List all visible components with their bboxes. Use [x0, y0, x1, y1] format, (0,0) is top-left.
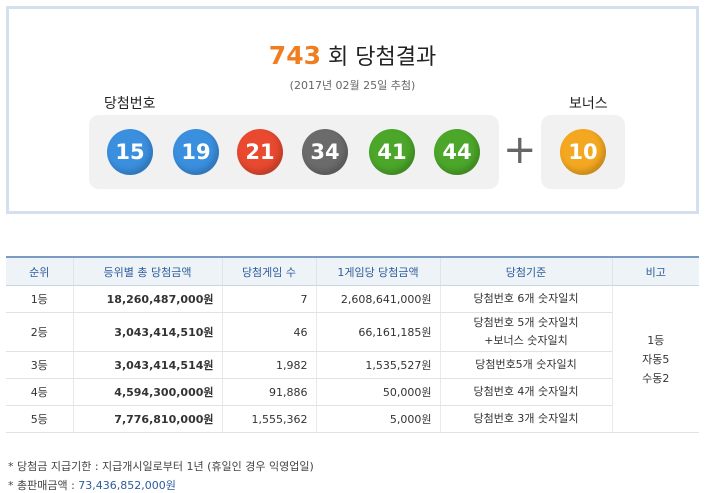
per-game-cell: 66,161,185원 — [315, 312, 440, 352]
number-ball: 15 — [107, 129, 153, 175]
total-sales-label: * 총판매금액 : — [8, 479, 79, 492]
criteria-cell: 당첨번호 6개 숫자일치 — [439, 285, 612, 313]
criteria-cell: 당첨번호 5개 숫자일치 +보너스 숫자일치 — [439, 312, 612, 352]
total-sales-note: * 총판매금액 : 73,436,852,000원 — [8, 477, 176, 493]
header-total: 등위별 총 당첨금액 — [72, 256, 222, 286]
table-row: 2등 3,043,414,510원 46 66,161,185원 당첨번호 5개… — [6, 312, 699, 352]
total-amount-cell: 18,260,487,000원 — [72, 285, 222, 313]
number-ball: 41 — [369, 129, 415, 175]
criteria-cell: 당첨번호5개 숫자일치 — [439, 351, 612, 379]
draw-title: 743 회 당첨결과 — [9, 39, 696, 71]
round-suffix: 회 당첨결과 — [327, 45, 437, 70]
rank-cell: 3등 — [6, 351, 73, 379]
rank-cell: 4등 — [6, 378, 73, 406]
criteria-line: 당첨번호 5개 숫자일치 — [473, 316, 579, 329]
games-cell: 1,982 — [221, 351, 316, 379]
games-cell: 91,886 — [221, 378, 316, 406]
criteria-cell: 당첨번호 3개 숫자일치 — [439, 405, 612, 433]
total-amount-cell: 3,043,414,514원 — [72, 351, 222, 379]
number-ball: 19 — [173, 129, 219, 175]
total-amount-cell: 3,043,414,510원 — [72, 312, 222, 352]
total-amount-cell: 7,776,810,000원 — [72, 405, 222, 433]
number-ball: 21 — [237, 129, 283, 175]
plus-icon: + — [503, 127, 537, 173]
note-line: 자동5 — [642, 352, 670, 366]
criteria-line: +보너스 숫자일치 — [484, 334, 568, 347]
winning-numbers-panel: 15 19 21 34 41 44 — [89, 115, 499, 189]
draw-result-panel: 743 회 당첨결과 (2017년 02월 25일 추첨) 당첨번호 보너스 1… — [6, 6, 699, 214]
rank-cell: 2등 — [6, 312, 73, 352]
table-row: 1등 18,260,487,000원 7 2,608,641,000원 당첨번호… — [6, 285, 699, 433]
prize-table: 순위 등위별 총 당첨금액 당첨게임 수 1게임당 당첨금액 당첨기준 비고 1… — [6, 256, 699, 433]
header-rank: 순위 — [6, 256, 73, 286]
table-row: 3등 3,043,414,514원 1,982 1,535,527원 당첨번호5… — [6, 351, 699, 379]
rank-cell: 1등 — [6, 285, 73, 313]
rank-cell: 5등 — [6, 405, 73, 433]
header-games: 당첨게임 수 — [221, 256, 316, 286]
table-row: 5등 7,776,810,000원 1,555,362 5,000원 당첨번호 … — [6, 405, 699, 433]
round-number: 743 — [268, 41, 321, 70]
header-per-game: 1게임당 당첨금액 — [315, 256, 440, 286]
total-sales-value: 73,436,852,000원 — [78, 479, 176, 492]
table-header-row: 순위 등위별 총 당첨금액 당첨게임 수 1게임당 당첨금액 당첨기준 비고 — [6, 256, 699, 286]
games-cell: 46 — [221, 312, 316, 352]
note-cell: 1등 자동5 수동2 — [611, 285, 699, 433]
games-cell: 1,555,362 — [221, 405, 316, 433]
bonus-ball: 10 — [560, 129, 606, 175]
bonus-number-panel: 10 — [541, 115, 625, 189]
criteria-cell: 당첨번호 4개 숫자일치 — [439, 378, 612, 406]
number-ball: 44 — [434, 129, 480, 175]
payment-deadline-note: * 당첨금 지급기한 : 지급개시일로부터 1년 (휴일인 경우 익영업일) — [8, 460, 314, 473]
total-amount-cell: 4,594,300,000원 — [72, 378, 222, 406]
draw-date: (2017년 02월 25일 추첨) — [289, 79, 416, 92]
per-game-cell: 50,000원 — [315, 378, 440, 406]
header-criteria: 당첨기준 — [439, 256, 612, 286]
games-cell: 7 — [221, 285, 316, 313]
bonus-label: 보너스 — [569, 96, 608, 112]
note-line: 수동2 — [642, 371, 670, 385]
winning-numbers-label: 당첨번호 — [104, 96, 156, 112]
table-row: 4등 4,594,300,000원 91,886 50,000원 당첨번호 4개… — [6, 378, 699, 406]
per-game-cell: 2,608,641,000원 — [315, 285, 440, 313]
header-note: 비고 — [611, 256, 699, 286]
note-line: 1등 — [647, 333, 665, 347]
per-game-cell: 1,535,527원 — [315, 351, 440, 379]
number-ball: 34 — [302, 129, 348, 175]
per-game-cell: 5,000원 — [315, 405, 440, 433]
